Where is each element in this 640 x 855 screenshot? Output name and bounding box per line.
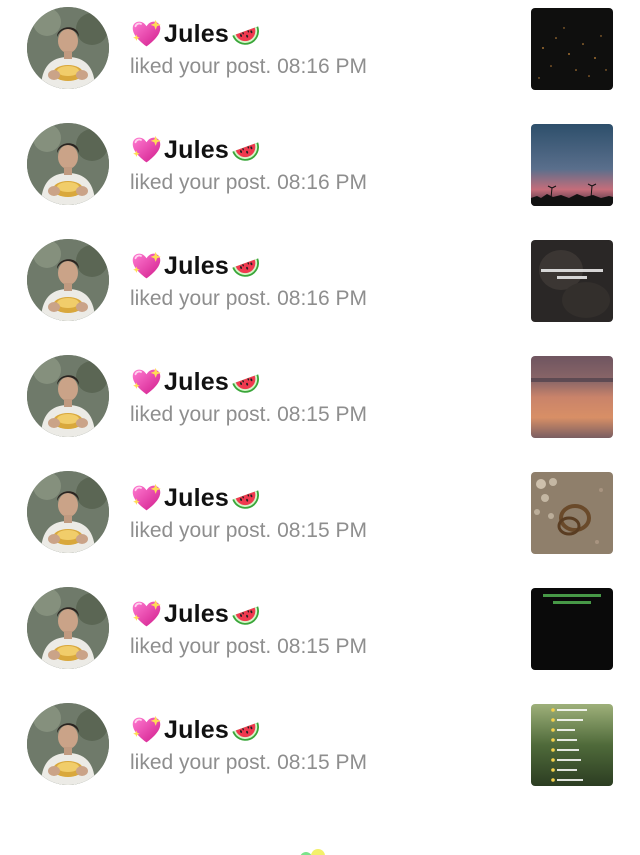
username: Jules: [164, 599, 229, 628]
username: Jules: [164, 19, 229, 48]
post-thumbnail[interactable]: [531, 356, 613, 438]
notification-list: Jules liked your post. 08:16 PM Jules li…: [0, 0, 640, 855]
action-text: liked your post.: [130, 403, 272, 426]
avatar[interactable]: [27, 239, 109, 321]
avatar[interactable]: [27, 7, 109, 89]
notification-item[interactable]: Jules liked your post. 08:16 PM: [0, 116, 640, 232]
watermelon-icon: [230, 250, 263, 283]
username-line[interactable]: Jules: [130, 597, 263, 631]
timestamp: 08:16 PM: [277, 55, 367, 78]
username: Jules: [164, 715, 229, 744]
notification-text: liked your post. 08:15 PM: [130, 751, 367, 775]
notification-item[interactable]: Jules liked your post. 08:15 PM: [0, 580, 640, 696]
post-thumbnail[interactable]: [531, 124, 613, 206]
username: Jules: [164, 135, 229, 164]
post-thumbnail[interactable]: [531, 472, 613, 554]
sparkling-heart-icon: [130, 134, 163, 167]
action-text: liked your post.: [130, 751, 272, 774]
watermelon-icon: [230, 18, 263, 51]
timestamp: 08:15 PM: [277, 635, 367, 658]
watermelon-icon: [230, 714, 263, 747]
watermelon-icon: [230, 366, 263, 399]
avatar[interactable]: [27, 587, 109, 669]
watermelon-icon: [230, 134, 263, 167]
notification-item[interactable]: Jules liked your post. 08:15 PM: [0, 464, 640, 580]
avatar[interactable]: [27, 471, 109, 553]
username: Jules: [164, 251, 229, 280]
notification-item[interactable]: Jules liked your post. 08:15 PM: [0, 348, 640, 464]
timestamp: 08:15 PM: [277, 403, 367, 426]
username-line[interactable]: Jules: [130, 713, 263, 747]
action-text: liked your post.: [130, 287, 272, 310]
avatar[interactable]: [27, 355, 109, 437]
notification-text: liked your post. 08:16 PM: [130, 287, 367, 311]
action-text: liked your post.: [130, 171, 272, 194]
username-line[interactable]: Jules: [130, 365, 263, 399]
notification-text: liked your post. 08:15 PM: [130, 403, 367, 427]
action-text: liked your post.: [130, 635, 272, 658]
post-thumbnail[interactable]: [531, 8, 613, 90]
timestamp: 08:15 PM: [277, 519, 367, 542]
username-line[interactable]: Jules: [130, 249, 263, 283]
notification-item[interactable]: Jules liked your post. 08:16 PM: [0, 0, 640, 116]
notification-text: liked your post. 08:15 PM: [130, 519, 367, 543]
sparkling-heart-icon: [130, 482, 163, 515]
notification-item[interactable]: Jules liked your post. 08:16 PM: [0, 232, 640, 348]
post-thumbnail[interactable]: [531, 588, 613, 670]
username-line[interactable]: Jules: [130, 481, 263, 515]
sparkling-heart-icon: [130, 714, 163, 747]
action-text: liked your post.: [130, 55, 272, 78]
watermelon-icon: [230, 482, 263, 515]
notification-text: liked your post. 08:15 PM: [130, 635, 367, 659]
timestamp: 08:16 PM: [277, 287, 367, 310]
post-thumbnail[interactable]: [531, 704, 613, 786]
username-line[interactable]: Jules: [130, 133, 263, 167]
notification-text: liked your post. 08:16 PM: [130, 171, 367, 195]
username-line[interactable]: Jules: [130, 17, 263, 51]
notification-text: liked your post. 08:16 PM: [130, 55, 367, 79]
action-text: liked your post.: [130, 519, 272, 542]
username: Jules: [164, 483, 229, 512]
watermelon-icon: [230, 598, 263, 631]
username: Jules: [164, 367, 229, 396]
notification-item[interactable]: Jules liked your post. 08:15 PM: [0, 696, 640, 812]
sparkling-heart-icon: [130, 366, 163, 399]
timestamp: 08:15 PM: [277, 751, 367, 774]
sparkling-heart-icon: [130, 250, 163, 283]
timestamp: 08:16 PM: [277, 171, 367, 194]
loading-spinner-icon: [296, 848, 330, 855]
avatar[interactable]: [27, 123, 109, 205]
sparkling-heart-icon: [130, 18, 163, 51]
avatar[interactable]: [27, 703, 109, 785]
sparkling-heart-icon: [130, 598, 163, 631]
post-thumbnail[interactable]: [531, 240, 613, 322]
